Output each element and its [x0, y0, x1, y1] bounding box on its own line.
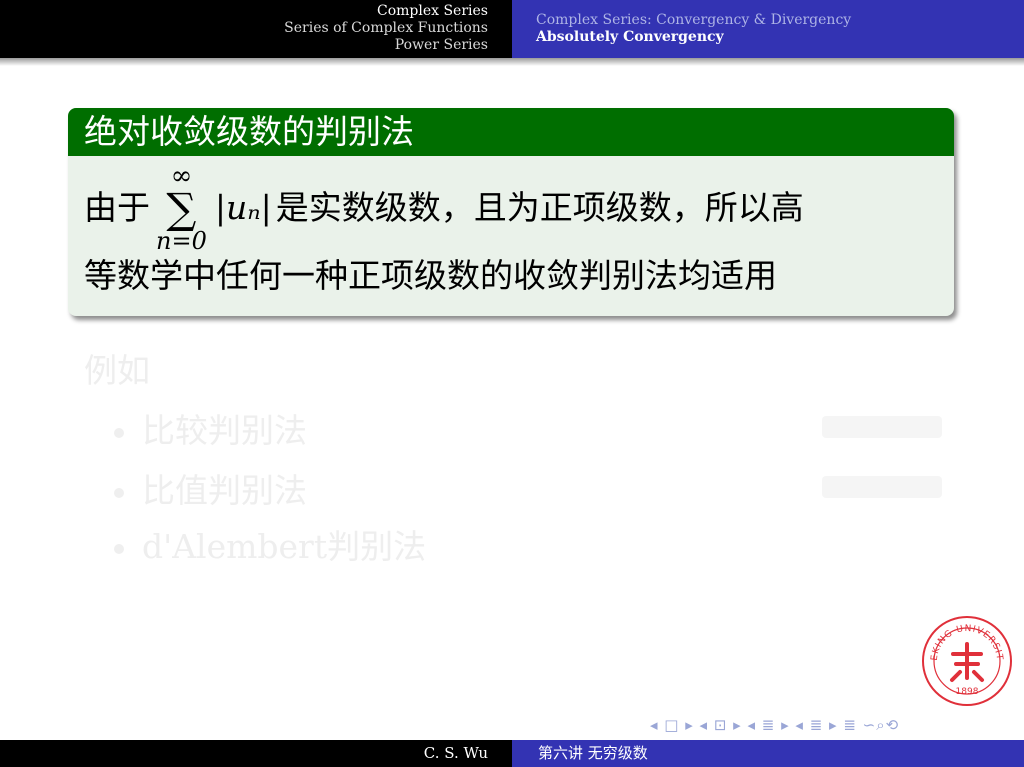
section-link-power-series[interactable]: Power Series [0, 37, 488, 54]
faded-item-3: d'Alembert判别法 [114, 520, 426, 568]
block-line-2: 等数学中任何一种正项级数的收敛判别法均适用 [84, 256, 777, 295]
bullet-icon [114, 544, 124, 554]
header-shadow [0, 58, 1024, 66]
faded-item-2: 比值判别法 [114, 464, 307, 512]
line1-prefix: 由于 [84, 188, 150, 228]
summation-symbol: ∞ ∑ n=0 [156, 163, 207, 253]
bullet-icon [114, 428, 124, 438]
criterion-block: 绝对收敛级数的判别法 由于 ∞ ∑ n=0 |uₙ| 是实数级数，且为正项级数，… [68, 108, 954, 316]
footer-lecture-title: 第六讲 无穷级数 [512, 740, 1024, 767]
subsection-link-convergency[interactable]: Complex Series: Convergency & Divergency [536, 12, 1024, 29]
faded-intro: 例如 [84, 351, 150, 390]
seal-year: 1898 [956, 687, 979, 697]
footer-author: C. S. Wu [0, 740, 512, 767]
sum-lower-limit: n=0 [156, 227, 207, 255]
block-title: 绝对收敛级数的判别法 [68, 108, 954, 156]
faded-item-2-label: 比值判别法 [142, 471, 307, 510]
sigma-sign: ∑ [166, 184, 197, 233]
section-nav: Complex Series Series of Complex Functio… [0, 0, 512, 58]
faded-item-3-label: d'Alembert判别法 [142, 527, 427, 566]
university-seal-icon: PEKING UNIVERSITY 1898 [920, 614, 1012, 706]
subsection-link-absolutely-convergency[interactable]: Absolutely Convergency [536, 29, 1024, 46]
subsection-nav: Complex Series: Convergency & Divergency… [512, 0, 1024, 58]
line1-suffix: 是实数级数，且为正项级数，所以高 [275, 188, 804, 228]
block-body: 由于 ∞ ∑ n=0 |uₙ| 是实数级数，且为正项级数，所以高 等数学中任何一… [68, 156, 954, 296]
faded-item-1: 比较判别法 [114, 404, 307, 452]
navigation-symbols[interactable]: ◂ □ ▸ ◂ ⊡ ▸ ◂ ≣ ▸ ◂ ≣ ▸ ≣ ∽⌕⟲ [650, 716, 899, 734]
abs-un: |uₙ| [214, 188, 272, 228]
faded-item-1-label: 比较判别法 [142, 411, 307, 450]
faded-link-button [822, 476, 942, 498]
block-line-1: 由于 ∞ ∑ n=0 |uₙ| 是实数级数，且为正项级数，所以高 [84, 162, 934, 254]
faded-link-button [822, 416, 942, 438]
section-link-series-of-complex-functions[interactable]: Series of Complex Functions [0, 20, 488, 37]
section-link-complex-series[interactable]: Complex Series [0, 3, 488, 20]
footer-bar: C. S. Wu 第六讲 无穷级数 [0, 740, 1024, 767]
bullet-icon [114, 488, 124, 498]
header-bar: Complex Series Series of Complex Functio… [0, 0, 1024, 58]
